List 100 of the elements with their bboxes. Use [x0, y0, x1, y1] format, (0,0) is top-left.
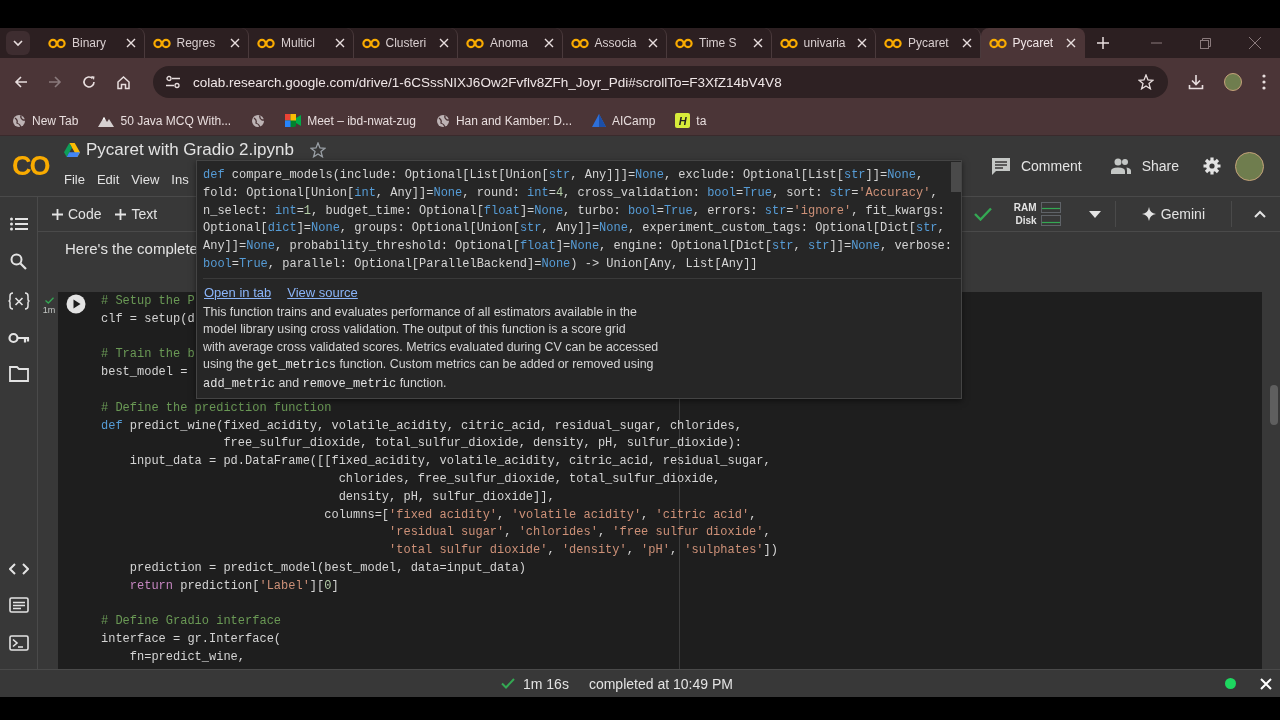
restore-icon[interactable] — [1200, 37, 1211, 49]
home-icon[interactable] — [116, 74, 131, 90]
globe-icon — [435, 113, 450, 128]
code-line: best_model = — [101, 364, 188, 382]
triangle-icon — [592, 114, 606, 127]
folder-icon[interactable] — [8, 366, 29, 382]
dropdown-caret-icon[interactable] — [1088, 210, 1101, 218]
colab-favicon — [361, 37, 380, 49]
colab-favicon — [884, 37, 902, 49]
check-icon — [501, 678, 515, 689]
command-palette-icon[interactable] — [8, 597, 29, 613]
menu-item[interactable]: Edit — [96, 171, 120, 187]
globe-icon — [12, 113, 26, 128]
menu-item[interactable]: Ins — [171, 171, 189, 187]
code-line: return prediction['Label'][0] — [128, 577, 339, 595]
close-icon[interactable] — [648, 38, 658, 48]
function-description: This function trains and evaluates performance of all estimators available in the model library using cross validation. The output of this function is a score grid with average cross validated scores. Metrics evaluated during CV can be accessed using the get_metrics function. Custom metrics can be added or removed using add_metric and remove_metric function. — [203, 303, 659, 393]
user-avatar[interactable] — [1235, 151, 1264, 181]
add-text-button[interactable]: Text — [115, 206, 158, 222]
share-button[interactable]: Share — [1099, 152, 1189, 180]
code-line: chlorides, free_sulfur_dioxide, total_sulfur_dioxide, — [337, 470, 721, 488]
drive-icon — [64, 142, 80, 157]
colab-logo[interactable]: CO — [12, 150, 52, 182]
comment-button[interactable]: Comment — [980, 150, 1092, 182]
bookmark[interactable]: Meet – ibd-nwat-zug — [285, 113, 416, 128]
signature-line: bool=True, parallel: Optional[ParallelBackend]=None) -> Union[Any, List[Any]] — [203, 256, 758, 273]
colab-favicon — [675, 37, 693, 49]
colab-favicon — [779, 37, 798, 49]
close-icon[interactable] — [230, 38, 240, 48]
variables-icon[interactable] — [7, 292, 30, 310]
scrollbar[interactable] — [1270, 385, 1278, 425]
colab-favicon — [570, 37, 589, 49]
bookmark[interactable]: AICamp — [592, 113, 656, 128]
plus-icon — [115, 208, 127, 220]
collapse-icon[interactable] — [1254, 210, 1266, 218]
site-info-icon[interactable] — [165, 75, 181, 89]
new-tab-icon[interactable] — [1097, 37, 1109, 49]
table-of-contents-icon[interactable] — [9, 217, 28, 231]
people-icon — [1109, 158, 1132, 174]
signature-line: fold: Optional[Union[int, Any]]=None, round: int=4, cross_validation: bool=True, sort: str='Accuracy', — [203, 184, 938, 202]
resource-monitor-button[interactable]: RAM Disk — [1013, 201, 1061, 227]
star-icon[interactable] — [309, 141, 326, 158]
code-line: 'total sulfur dioxide', 'density', 'pH', 'sulphates']) — [388, 542, 778, 560]
more-menu-icon[interactable] — [1262, 74, 1266, 90]
key-icon[interactable] — [7, 332, 30, 344]
browser-tab[interactable]: Pycaret — [980, 28, 1085, 58]
comment-icon — [990, 156, 1011, 176]
terminal-icon[interactable] — [8, 635, 29, 651]
bookmark-star-icon[interactable] — [1138, 74, 1154, 90]
check-icon — [44, 297, 54, 304]
search-icon[interactable] — [10, 253, 27, 270]
close-icon[interactable] — [961, 38, 972, 48]
plus-icon — [52, 208, 63, 220]
run-button[interactable] — [66, 294, 86, 314]
forward-icon[interactable] — [48, 75, 62, 89]
close-icon[interactable] — [125, 38, 136, 48]
bookmark[interactable]: New Tab — [12, 113, 79, 128]
code-line: columns=['fixed acidity', 'volatile acidity', 'citric acid', — [323, 506, 757, 524]
globe-icon — [251, 113, 266, 128]
gemini-button[interactable]: Gemini — [1141, 206, 1205, 222]
signature-line: Optional[dict]=None, groups: Optional[Union[str, Any]]=None, experiment_custom_tags: Optional[Dict[str, — [203, 220, 945, 238]
code-line: prediction = predict_model(best_model, data=input_data) — [128, 559, 526, 577]
code-line: clf = setup(d — [101, 310, 195, 328]
code-line: fn=predict_wine, — [128, 648, 246, 666]
close-window-icon[interactable] — [1249, 37, 1261, 49]
profile-avatar[interactable] — [1224, 73, 1242, 91]
add-code-button[interactable]: Code — [52, 206, 102, 222]
bookmark[interactable]: Han and Kamber: D... — [435, 113, 572, 128]
close-icon[interactable] — [543, 38, 554, 48]
menu-item[interactable]: File — [64, 171, 85, 187]
code-line: def predict_wine(fixed_acidity, volatile_acidity, citric_acid, residual_sugar, chlorides, — [101, 417, 742, 435]
bookmark[interactable]: 50 Java MCQ With... — [98, 113, 232, 128]
address-bar[interactable]: colab.research.google.com/drive/1-6CSssNIXJ6Ow2Fvflv8ZFh_Joyr_Pdi#scrollTo=F3XfZ14bV4V8 — [153, 66, 1168, 98]
close-icon[interactable] — [334, 38, 345, 48]
close-icon[interactable] — [752, 38, 763, 48]
close-icon[interactable] — [1066, 38, 1076, 48]
code-line: # Define Gradio interface — [101, 613, 282, 631]
settings-icon[interactable] — [1203, 157, 1221, 175]
code-line: # Define the prediction function — [101, 399, 332, 417]
video-camera-icon — [285, 114, 302, 127]
code-icon[interactable] — [8, 563, 29, 575]
bookmark[interactable]: H ta — [675, 113, 707, 128]
caret-icon[interactable] — [12, 37, 24, 49]
bookmark[interactable] — [251, 113, 266, 128]
reload-icon[interactable] — [82, 75, 96, 89]
close-icon[interactable] — [439, 38, 449, 48]
connection-status-dot — [1225, 678, 1236, 689]
close-icon[interactable] — [857, 38, 867, 48]
download-icon[interactable] — [1188, 74, 1204, 90]
signature-line: Any]]=None, probability_threshold: Optional[float]=None, engine: Optional[Dict[str, str]]=None, verbose: — [203, 238, 952, 256]
menu-item[interactable]: View — [131, 171, 160, 187]
code-line: interface = gr.Interface( — [101, 631, 282, 649]
back-icon[interactable] — [14, 75, 28, 89]
code-line: input_data = pd.DataFrame([[fixed_acidity, volatile_acidity, citric_acid, residual_sugar, — [128, 453, 771, 471]
completion-time: completed at 10:49 PM — [588, 675, 733, 692]
colab-favicon — [466, 37, 484, 49]
notebook-title[interactable]: Pycaret with Gradio 2.ipynb — [86, 139, 294, 160]
scrollbar[interactable] — [951, 162, 961, 192]
link[interactable]: Open in tab — [204, 284, 272, 300]
link[interactable]: View source — [287, 284, 358, 300]
